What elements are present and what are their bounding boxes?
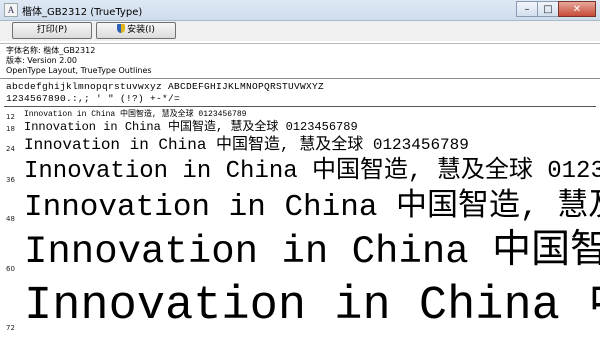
maximize-icon[interactable]: □ (537, 1, 559, 17)
sample-line-48: Innovation in China 中国智造, 慧及全球 012345678… (24, 190, 600, 225)
font-info-panel: 字体名称: 楷体_GB2312 版本: Version 2.00 OpenTyp… (0, 43, 600, 78)
size-label-60: 60 (6, 265, 15, 273)
toolbar: 打印(P) 安装(I) (0, 21, 600, 41)
font-name-text: 字体名称: 楷体_GB2312 (6, 46, 96, 55)
sample-line-12: Innovation in China 中国智造, 慧及全球 012345678… (24, 110, 247, 119)
print-button[interactable]: 打印(P) (12, 22, 92, 39)
charset-digits: 1234567890.:,; ' " (!?) +-*/= (6, 93, 181, 104)
close-icon[interactable]: ✕ (558, 1, 596, 17)
window-title: 楷体_GB2312 (TrueType) (22, 7, 143, 18)
minimize-icon[interactable]: – (516, 1, 538, 17)
sample-line-72: Innovation in China 中国智造, 慧及全球 012345678… (24, 280, 600, 333)
window-controls: – □ ✕ (516, 1, 596, 17)
sample-line-36: Innovation in China 中国智造, 慧及全球 012345678… (24, 158, 600, 185)
size-label-48: 48 (6, 215, 15, 223)
size-label-18: 18 (6, 125, 15, 133)
install-button[interactable]: 安装(I) (96, 22, 176, 39)
sample-line-60: Innovation in China 中国智造, 慧及全球 012345678… (24, 230, 600, 274)
charset-letters: abcdefghijklmnopqrstuvwxyz ABCDEFGHIJKLM… (6, 81, 325, 92)
font-preview-area: abcdefghijklmnopqrstuvwxyz ABCDEFGHIJKLM… (0, 78, 600, 349)
title-bar: A 楷体_GB2312 (TrueType) – □ ✕ (0, 0, 600, 21)
install-button-label: 安装(I) (127, 25, 155, 35)
print-button-label: 打印(P) (36, 25, 68, 35)
sample-line-18: Innovation in China 中国智造, 慧及全球 012345678… (24, 120, 358, 134)
sample-line-24: Innovation in China 中国智造, 慧及全球 012345678… (24, 136, 469, 154)
font-file-icon: A (4, 3, 18, 17)
font-version-text: 版本: Version 2.00 (6, 56, 78, 65)
size-label-36: 36 (6, 176, 15, 184)
size-label-12: 12 (6, 113, 15, 121)
size-label-24: 24 (6, 145, 15, 153)
font-features-text: OpenType Layout, TrueType Outlines (6, 66, 152, 75)
size-label-72: 72 (6, 324, 15, 332)
shield-icon (117, 24, 126, 33)
divider (4, 106, 596, 107)
